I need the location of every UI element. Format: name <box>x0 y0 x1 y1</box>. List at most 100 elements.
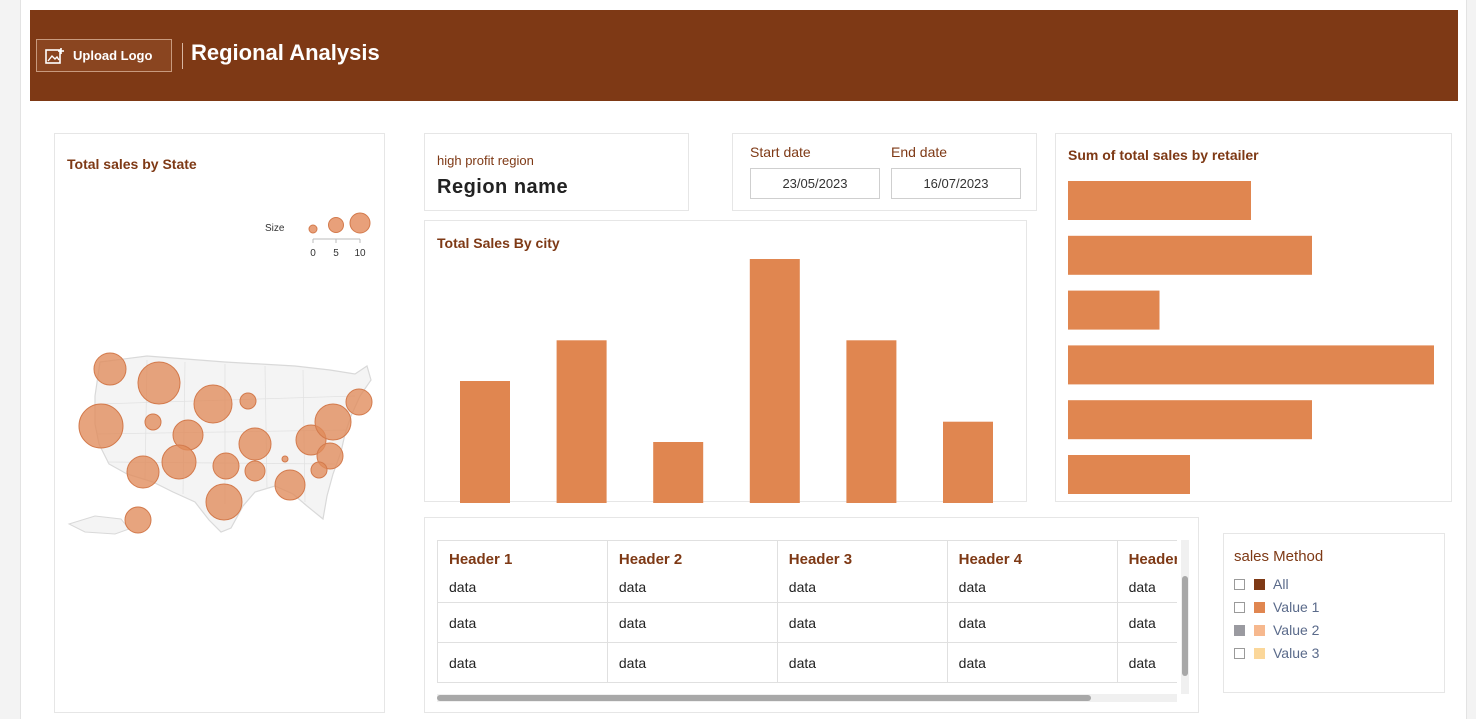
table-header-cell[interactable]: Header 3 <box>776 540 948 579</box>
slicer-item-label: Value 2 <box>1273 622 1320 638</box>
city-bar[interactable] <box>653 442 704 503</box>
table-cell: data <box>776 642 948 683</box>
us-map <box>67 352 373 535</box>
city-bar[interactable] <box>943 421 993 503</box>
city-bar[interactable] <box>556 340 607 503</box>
table-cell: data <box>437 578 608 603</box>
sales-by-city-card: Total Sales By city <box>424 220 1027 503</box>
table-header-cell[interactable]: Header <box>1116 540 1177 579</box>
table-cell: data <box>437 602 608 643</box>
us-map-alaska-hawaii <box>67 515 130 535</box>
table-cell: data <box>1116 578 1177 603</box>
table-cell: data <box>606 578 778 603</box>
slicer-item-label: Value 1 <box>1273 599 1320 615</box>
bubble <box>78 403 124 449</box>
color-swatch <box>1254 601 1265 613</box>
upload-logo-label: Upload Logo <box>73 48 153 63</box>
map-card: Total sales by State Size 0 5 10 <box>54 133 385 713</box>
table-vertical-scrollbar[interactable] <box>1181 540 1189 694</box>
checkbox-icon[interactable] <box>1234 601 1245 613</box>
slicer-item-value-3[interactable]: Value 3 <box>1234 645 1319 661</box>
upload-logo-button[interactable]: Upload Logo <box>36 39 172 72</box>
color-swatch <box>1254 624 1265 636</box>
end-date-label: End date <box>891 144 948 160</box>
slicer-item-value-1[interactable]: Value 1 <box>1234 599 1319 615</box>
checkbox-icon[interactable] <box>1234 578 1245 590</box>
data-table-card: Header 1 Header 2 Header 3 Header 4 Head… <box>424 517 1199 713</box>
slicer-item-value-2[interactable]: Value 2 <box>1234 622 1319 638</box>
date-range-card: Start date End date <box>732 133 1037 211</box>
table-row: data data data data data <box>437 602 1177 643</box>
table-cell: data <box>1116 642 1177 683</box>
table-cell: data <box>776 578 948 603</box>
checkbox-icon[interactable] <box>1234 624 1245 636</box>
table-cell: data <box>946 602 1118 643</box>
table-row: data data data data data <box>437 578 1177 603</box>
bubble <box>124 506 152 534</box>
table-header-cell[interactable]: Header 2 <box>606 540 778 579</box>
table-cell: data <box>606 602 778 643</box>
profit-region-value: Region name <box>437 176 569 198</box>
bubble <box>274 469 306 501</box>
retailer-bar[interactable] <box>1068 290 1160 330</box>
retailer-bar[interactable] <box>1068 235 1312 275</box>
header-banner: Upload Logo Regional Analysis <box>30 10 1458 101</box>
slicer-item-label: Value 3 <box>1273 645 1320 661</box>
bubble <box>238 427 272 461</box>
city-bar[interactable] <box>460 381 510 503</box>
slicer-item-all[interactable]: All <box>1234 576 1289 592</box>
retailer-bar[interactable] <box>1068 345 1434 385</box>
start-date-label: Start date <box>750 144 811 160</box>
end-date-input[interactable] <box>891 168 1021 199</box>
table-header-cell[interactable]: Header 1 <box>437 540 608 579</box>
retailer-bar[interactable] <box>1068 400 1312 440</box>
start-date-input[interactable] <box>750 168 880 199</box>
checkbox-icon[interactable] <box>1234 647 1245 659</box>
bubble <box>93 352 127 386</box>
city-bar[interactable] <box>749 259 800 503</box>
bubble <box>212 452 240 480</box>
slicer-item-label: All <box>1273 576 1289 592</box>
table-cell: data <box>946 642 1118 683</box>
bubble <box>281 455 289 463</box>
bubble <box>310 461 328 479</box>
bubble <box>126 455 160 489</box>
table-header-cell[interactable]: Header 4 <box>946 540 1118 579</box>
horizontal-scroll-thumb[interactable] <box>437 695 1091 701</box>
retailer-bar[interactable] <box>1068 181 1251 220</box>
color-swatch <box>1254 578 1265 590</box>
data-table-viewport[interactable]: Header 1 Header 2 Header 3 Header 4 Head… <box>437 540 1177 696</box>
bubble <box>161 444 197 480</box>
color-swatch <box>1254 647 1265 659</box>
bubble <box>144 413 162 431</box>
table-cell: data <box>946 578 1118 603</box>
table-cell: data <box>1116 602 1177 643</box>
table-horizontal-scrollbar[interactable] <box>437 694 1177 702</box>
table-cell: data <box>606 642 778 683</box>
city-bar-chart <box>460 259 993 503</box>
data-table: Header 1 Header 2 Header 3 Header 4 Head… <box>437 540 1177 683</box>
table-cell: data <box>776 602 948 643</box>
bubble <box>345 388 373 416</box>
table-header-row: Header 1 Header 2 Header 3 Header 4 Head… <box>437 540 1177 579</box>
sales-by-retailer-card: Sum of total sales by retailer <box>1055 133 1452 502</box>
header-divider <box>182 43 183 69</box>
table-cell: data <box>437 642 608 683</box>
sales-method-slicer: sales Method All Value 1 Value 2 Value 3 <box>1223 533 1445 693</box>
image-add-icon <box>45 47 64 64</box>
city-bar[interactable] <box>846 340 897 503</box>
table-row: data data data data data <box>437 642 1177 683</box>
page-title: Regional Analysis <box>191 40 380 65</box>
bubble <box>314 403 352 441</box>
bubble <box>193 384 233 424</box>
bubble <box>205 483 243 521</box>
bubble <box>239 392 257 410</box>
retailer-bar-chart <box>1068 181 1434 494</box>
sales-method-title: sales Method <box>1234 548 1324 565</box>
profit-region-label: high profit region <box>437 153 534 168</box>
vertical-scroll-thumb[interactable] <box>1182 576 1188 676</box>
bubble <box>137 361 181 405</box>
retailer-bar[interactable] <box>1068 455 1190 494</box>
bubble <box>244 460 266 482</box>
profit-region-card: high profit region Region name <box>424 133 689 211</box>
